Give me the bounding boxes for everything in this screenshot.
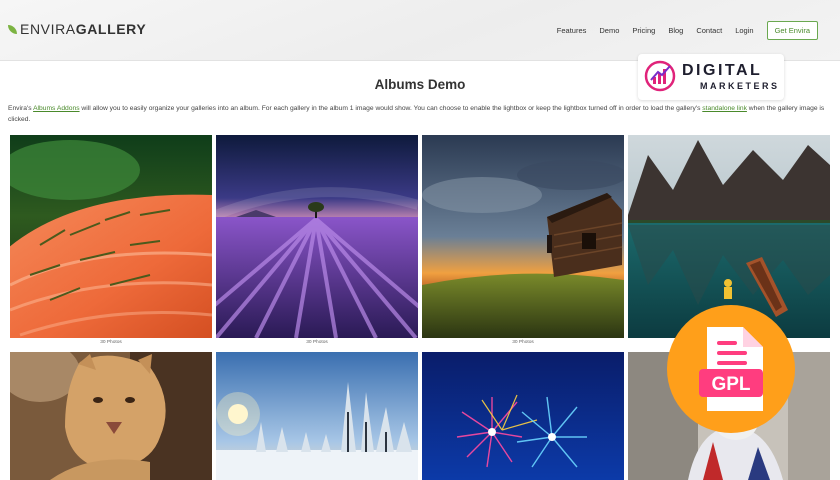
document-icon: GPL [699,327,763,411]
growth-chart-icon [644,60,676,92]
intro-paragraph: Envira's Albums Addons will allow you to… [8,104,826,125]
logo-text-gallery: GALLERY [75,21,147,37]
site-header: ENVIRA GALLERY Features Demo Pricing Blo… [0,0,840,61]
album-lioness[interactable] [10,352,212,480]
winter-image [216,352,418,480]
brand-line-2: MARKETERS [700,81,780,91]
nav-pricing[interactable]: Pricing [632,26,655,35]
intro-text-1: Envira's [8,105,34,112]
salmon-image [10,135,212,338]
leaf-icon [8,24,17,34]
album-fireworks[interactable] [422,352,624,480]
nav-login[interactable]: Login [735,26,753,35]
get-envira-button[interactable]: Get Envira [766,21,818,40]
cabin-image [422,135,624,338]
envira-logo[interactable]: ENVIRA GALLERY [8,21,146,37]
nav-contact[interactable]: Contact [696,26,722,35]
gpl-badge: GPL [667,305,795,433]
standalone-link[interactable]: standalone link [702,105,747,112]
digital-marketers-badge: DIGITAL MARKETERS [638,54,784,100]
album-salmon[interactable] [10,135,212,338]
nav-blog[interactable]: Blog [668,26,683,35]
album-caption-3: 30 Photos [512,340,534,345]
lioness-image [10,352,212,480]
nav-demo[interactable]: Demo [599,26,619,35]
logo-text-envira: ENVIRA [20,21,76,37]
nav-features[interactable]: Features [557,26,587,35]
album-cabin[interactable] [422,135,624,338]
albums-addons-link[interactable]: Albums Addons [33,105,79,112]
album-winter[interactable] [216,352,418,480]
album-caption-2: 30 Photos [306,340,328,345]
album-caption-1: 30 Photos [100,340,122,345]
intro-text-2: will allow you to easily organize your g… [79,105,703,112]
main-nav: Features Demo Pricing Blog Contact Login… [544,21,818,40]
fireworks-image [422,352,624,480]
gpl-label: GPL [711,374,750,395]
lavender-image [216,135,418,338]
album-lavender[interactable] [216,135,418,338]
brand-line-1: DIGITAL [682,62,763,79]
